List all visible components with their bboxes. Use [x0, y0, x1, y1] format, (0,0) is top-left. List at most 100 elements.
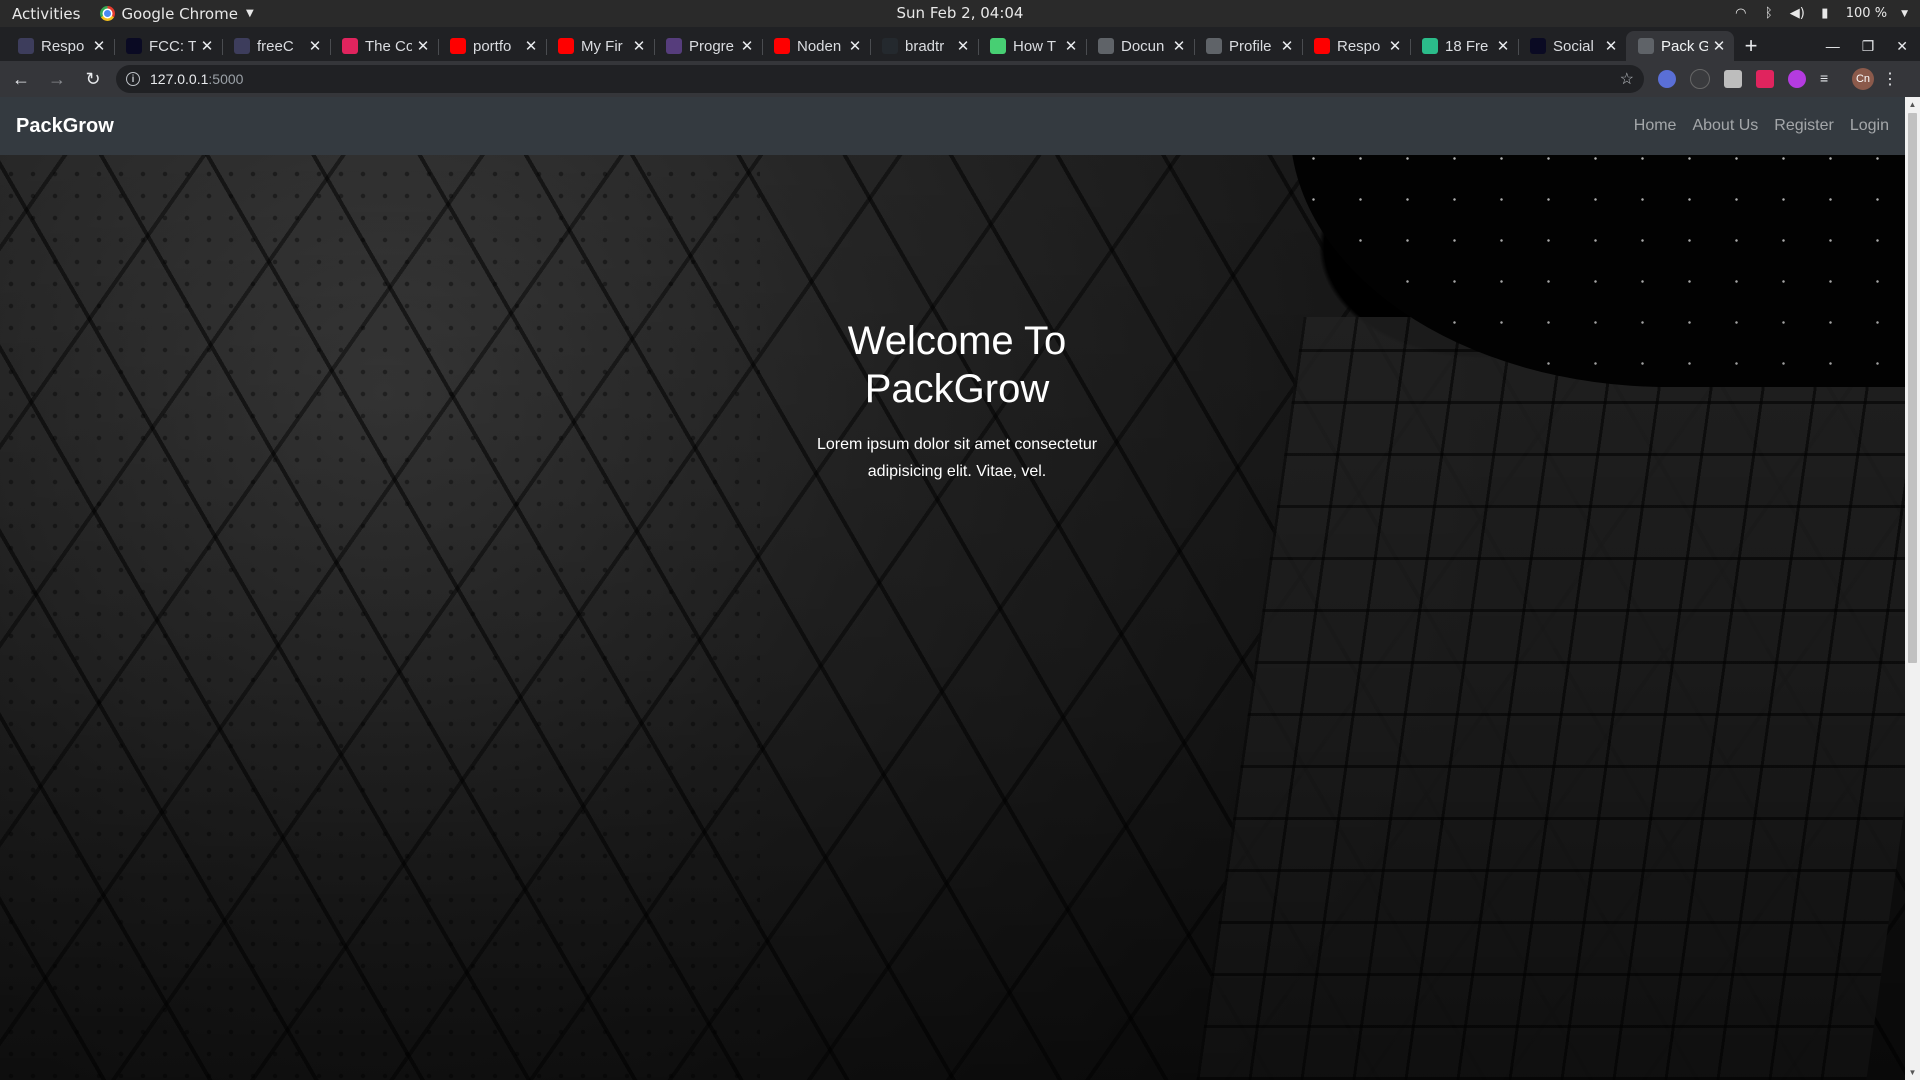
extension-icon[interactable]	[1690, 69, 1710, 89]
close-tab-icon[interactable]: ✕	[848, 37, 862, 55]
extension-icon[interactable]	[1788, 70, 1806, 88]
close-tab-icon[interactable]: ✕	[1712, 37, 1726, 55]
extension-icon[interactable]	[1658, 70, 1676, 88]
page-scrollbar[interactable]: ▲ ▼	[1905, 97, 1920, 1080]
tab-title: Respo	[1337, 37, 1381, 55]
gear-icon[interactable]	[1724, 70, 1742, 88]
tab-title: Profile	[1229, 37, 1272, 55]
maximize-icon[interactable]: ❐	[1862, 38, 1875, 55]
close-tab-icon[interactable]: ✕	[92, 37, 106, 55]
tab-title: portfo	[473, 37, 512, 55]
tab-title: 18 Fre	[1445, 37, 1489, 55]
tab-title: My Fir	[581, 37, 623, 55]
extensions-area: ≡ Cn	[1658, 68, 1874, 90]
close-tab-icon[interactable]: ✕	[1064, 37, 1078, 55]
minimize-icon[interactable]: —	[1826, 38, 1840, 54]
tab-strip: Respo ✕ FCC: T ✕ freeC ✕ The Co ✕ portfo ✕ My Fir ✕…	[0, 27, 1920, 61]
youtube-icon	[558, 38, 574, 54]
tab-title: freeC	[257, 37, 294, 55]
close-tab-icon[interactable]: ✕	[1388, 37, 1402, 55]
close-tab-icon[interactable]: ✕	[956, 37, 970, 55]
os-top-bar: Activities Google Chrome ▼ Sun Feb 2, 04…	[0, 0, 1920, 27]
browser-tab[interactable]: How T ✕	[978, 31, 1086, 61]
close-tab-icon[interactable]: ✕	[1496, 37, 1510, 55]
back-button[interactable]: ←	[6, 64, 36, 94]
globe-icon	[1206, 38, 1222, 54]
browser-tab[interactable]: Progre ✕	[654, 31, 762, 61]
browser-tab[interactable]: FCC: T ✕	[114, 31, 222, 61]
browser-tab[interactable]: Noden ✕	[762, 31, 870, 61]
close-tab-icon[interactable]: ✕	[740, 37, 754, 55]
extension-icon[interactable]	[1756, 70, 1774, 88]
close-tab-icon[interactable]: ✕	[200, 37, 214, 55]
close-tab-icon[interactable]: ✕	[524, 37, 538, 55]
background-overlay	[0, 97, 1920, 1080]
tab-title: Social	[1553, 37, 1594, 55]
system-tray[interactable]: ◠ ᛒ ◀) ▮ 100 % ▼	[1734, 6, 1908, 21]
youtube-icon	[450, 38, 466, 54]
close-tab-icon[interactable]: ✕	[632, 37, 646, 55]
profile-avatar[interactable]: Cn	[1852, 68, 1874, 90]
bootstrap-icon	[666, 38, 682, 54]
address-bar[interactable]: i 127.0.0.1 :5000 ☆	[116, 65, 1644, 93]
bookmark-star-icon[interactable]: ☆	[1620, 69, 1634, 89]
close-tab-icon[interactable]: ✕	[416, 37, 430, 55]
site-info-icon[interactable]: i	[126, 72, 140, 86]
close-tab-icon[interactable]: ✕	[1604, 37, 1618, 55]
browser-tab[interactable]: My Fir ✕	[546, 31, 654, 61]
nav-link-login[interactable]: Login	[1850, 117, 1889, 135]
circle-icon	[1422, 38, 1438, 54]
close-tab-icon[interactable]: ✕	[1280, 37, 1294, 55]
caret-down-icon: ▼	[245, 8, 254, 19]
close-tab-icon[interactable]: ✕	[1172, 37, 1186, 55]
browser-tab[interactable]: Social ✕	[1518, 31, 1626, 61]
window-controls: — ❐ ✕	[1826, 31, 1908, 61]
browser-tab[interactable]: bradtr ✕	[870, 31, 978, 61]
tab-title: Progre	[689, 37, 735, 55]
new-tab-button[interactable]: +	[1734, 31, 1768, 61]
chrome-menu-icon[interactable]: ⋮	[1882, 69, 1898, 89]
close-tab-icon[interactable]: ✕	[308, 37, 322, 55]
caret-down-icon: ▼	[1901, 8, 1908, 19]
codepen-icon	[990, 38, 1006, 54]
media-controls-icon[interactable]: ≡	[1820, 70, 1838, 88]
nav-link-home[interactable]: Home	[1634, 117, 1677, 135]
tab-title: bradtr	[905, 37, 945, 55]
scroll-up-arrow-icon[interactable]: ▲	[1905, 97, 1920, 112]
activities-button[interactable]: Activities	[12, 5, 80, 23]
browser-tab[interactable]: portfo ✕	[438, 31, 546, 61]
bluetooth-icon: ᛒ	[1764, 6, 1773, 21]
browser-tab[interactable]: Pack G ✕	[1626, 31, 1734, 61]
browser-tab[interactable]: Docun ✕	[1086, 31, 1194, 61]
dev-icon	[234, 38, 250, 54]
tab-title: FCC: T	[149, 37, 196, 55]
browser-toolbar: ← → ↻ i 127.0.0.1 :5000 ☆ ≡ Cn ⋮	[0, 61, 1920, 97]
nav-link-register[interactable]: Register	[1774, 117, 1834, 135]
scrollbar-thumb[interactable]	[1908, 113, 1917, 663]
browser-tab[interactable]: Respo ✕	[6, 31, 114, 61]
freecodecamp-icon	[126, 38, 142, 54]
browser-tab[interactable]: 18 Fre ✕	[1410, 31, 1518, 61]
chrome-icon	[100, 6, 116, 21]
wifi-icon: ◠	[1735, 6, 1747, 21]
close-window-icon[interactable]: ✕	[1896, 38, 1908, 55]
browser-tab[interactable]: The Co ✕	[330, 31, 438, 61]
scroll-down-arrow-icon[interactable]: ▼	[1905, 1065, 1920, 1080]
browser-tab[interactable]: Respo ✕	[1302, 31, 1410, 61]
tab-title: Docun	[1121, 37, 1165, 55]
app-menu[interactable]: Google Chrome ▼	[100, 4, 254, 23]
volume-icon: ◀)	[1789, 6, 1805, 21]
browser-tab[interactable]: Profile ✕	[1194, 31, 1302, 61]
clock[interactable]: Sun Feb 2, 04:04	[0, 0, 1920, 27]
forward-button[interactable]: →	[42, 64, 72, 94]
url-port: :5000	[208, 71, 244, 87]
freecodecamp-icon	[1530, 38, 1546, 54]
tab-title: Respo	[41, 37, 85, 55]
url-host: 127.0.0.1	[150, 71, 209, 87]
reload-button[interactable]: ↻	[78, 64, 108, 94]
browser-tab[interactable]: freeC ✕	[222, 31, 330, 61]
app-name: Google Chrome	[121, 4, 238, 23]
tab-title: How T	[1013, 37, 1057, 55]
navbar-brand[interactable]: PackGrow	[16, 115, 114, 138]
nav-link-about-us[interactable]: About Us	[1692, 117, 1758, 135]
